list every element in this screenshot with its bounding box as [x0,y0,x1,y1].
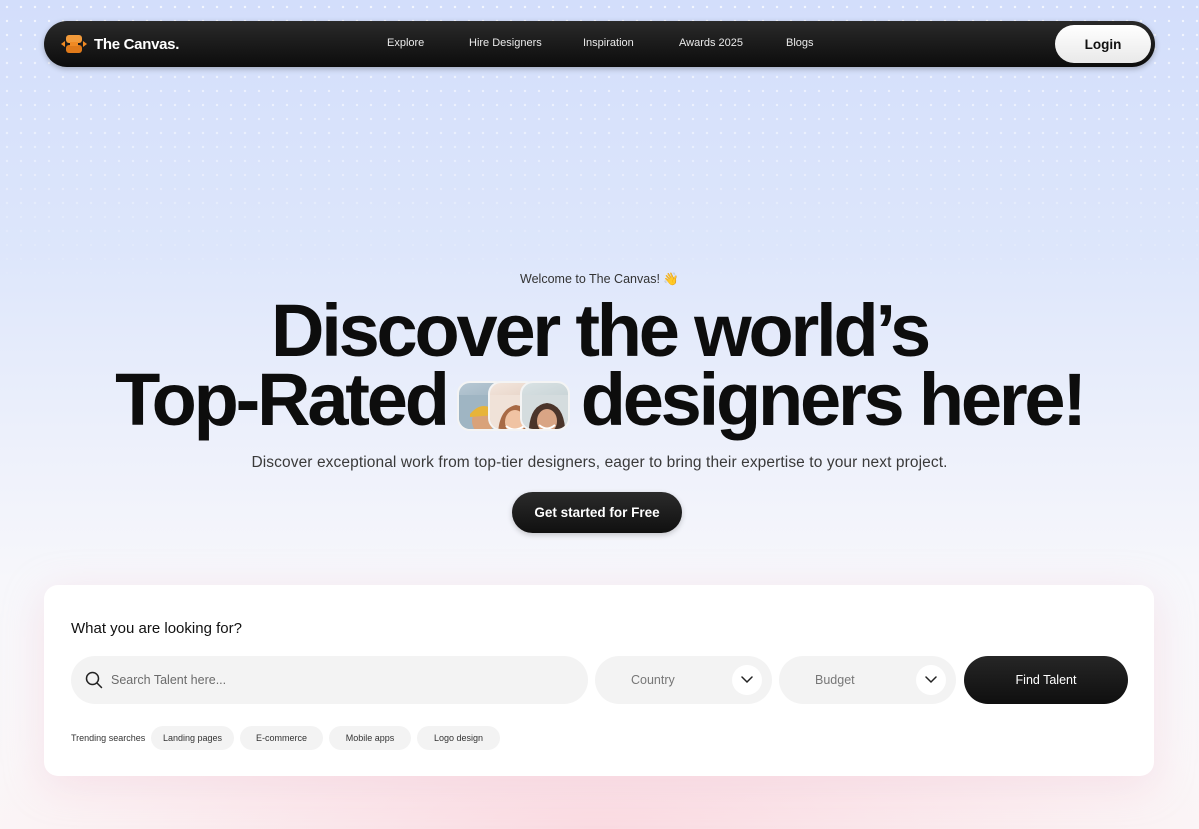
nav-link-awards[interactable]: Awards 2025 [679,37,743,49]
search-card-title: What you are looking for? [71,620,242,637]
nav-link-hire-designers[interactable]: Hire Designers [469,37,542,49]
headline-line-2: Top-Rated designers here! [0,363,1199,437]
headline-top-rated: Top-Rated [115,358,450,441]
search-box[interactable] [71,656,588,704]
trending-label: Trending searches [71,733,146,743]
trending-chip-landing-pages[interactable]: Landing pages [151,726,234,750]
headline-line-1: Discover the world’s [270,289,931,372]
avatar [519,381,570,431]
search-card: What you are looking for? Country Budget… [44,585,1154,776]
trending-chip-mobile-apps[interactable]: Mobile apps [329,726,411,750]
budget-dropdown[interactable]: Budget [779,656,956,704]
chevron-down-icon[interactable] [916,665,946,695]
search-input[interactable] [111,656,571,704]
get-started-button[interactable]: Get started for Free [512,492,682,533]
nav-link-inspiration[interactable]: Inspiration [583,37,634,49]
budget-label: Budget [815,673,855,687]
hero-subtext: Discover exceptional work from top-tier … [251,454,948,471]
find-talent-button[interactable]: Find Talent [964,656,1128,704]
headline-designers-here: designers here! [580,358,1087,441]
nav-link-blogs[interactable]: Blogs [786,37,814,49]
top-navbar: The Canvas. Explore Hire Designers Inspi… [44,21,1155,67]
nav-links: Explore Hire Designers Inspiration Award… [44,21,1155,67]
country-dropdown[interactable]: Country [595,656,772,704]
designer-avatars [456,381,571,433]
country-label: Country [631,673,675,687]
welcome-text: Welcome to The Canvas! 👋 [520,272,679,286]
search-icon [85,671,103,689]
trending-chip-e-commerce[interactable]: E-commerce [240,726,323,750]
login-button[interactable]: Login [1055,25,1151,63]
chevron-down-icon[interactable] [732,665,762,695]
person-avatar-icon [521,395,568,429]
nav-link-explore[interactable]: Explore [387,37,424,49]
trending-chip-logo-design[interactable]: Logo design [417,726,500,750]
